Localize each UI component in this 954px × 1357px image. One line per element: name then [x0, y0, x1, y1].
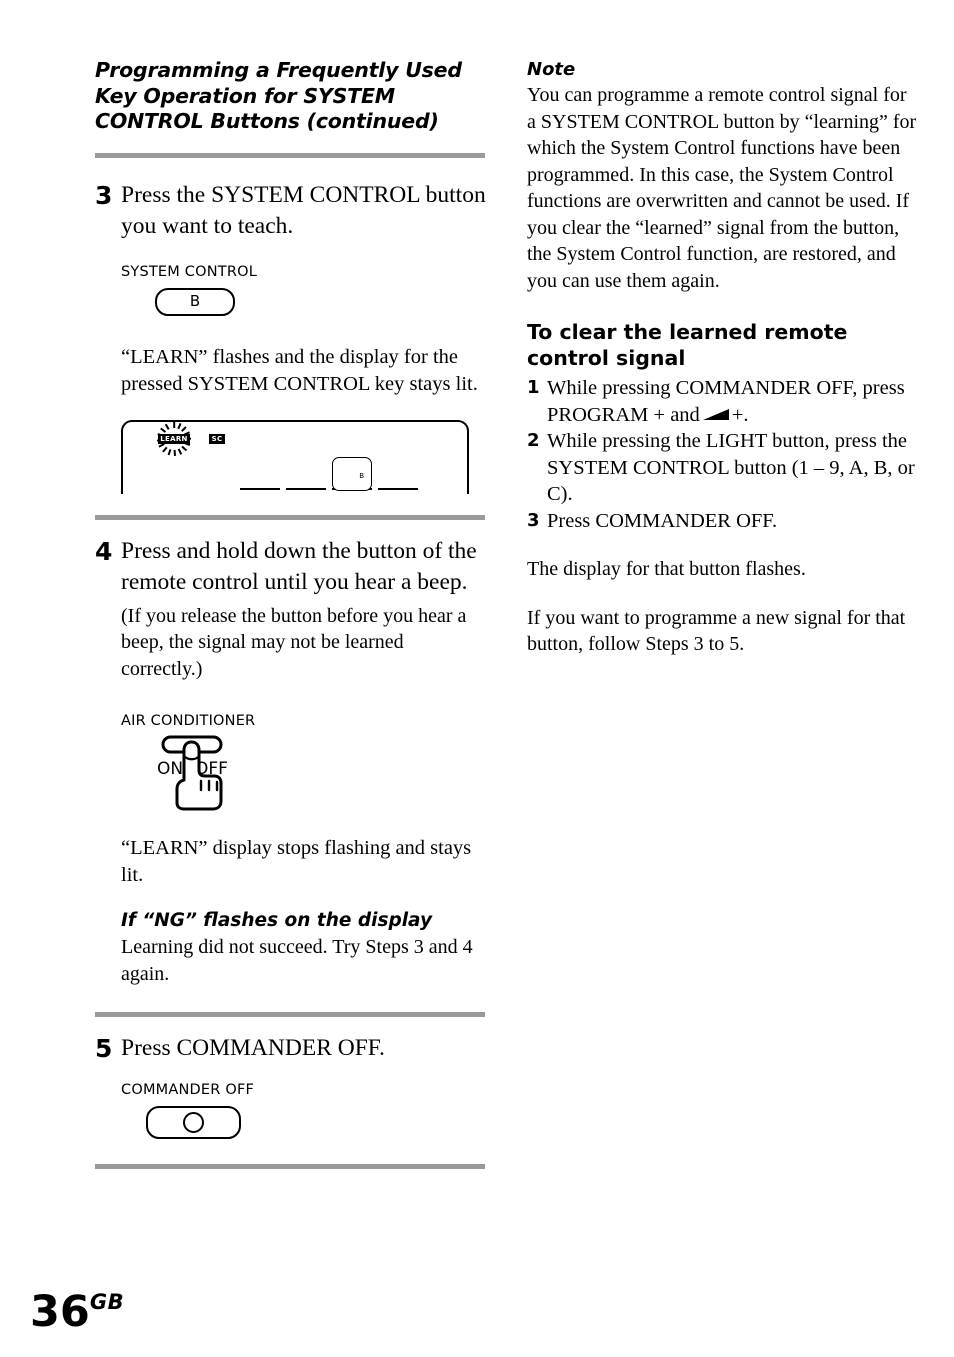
step-3-body: Press the SYSTEM CONTROL button you want…	[121, 180, 487, 494]
system-control-label: SYSTEM CONTROL	[121, 263, 258, 280]
lcd-segment	[240, 487, 280, 490]
step-5-heading: Press COMMANDER OFF.	[121, 1035, 385, 1061]
step-4-number: 4	[95, 536, 113, 566]
clear-step-1-text: While pressing COMMANDER OFF, press PROG…	[547, 375, 917, 428]
divider-rule-bottom	[95, 1164, 485, 1169]
step-3-number: 3	[95, 180, 113, 210]
page-region-suffix: GB	[89, 1290, 125, 1314]
system-control-illustration: SYSTEM CONTROL B	[121, 263, 487, 316]
ng-flash-subhead: If “NG” flashes on the display	[121, 910, 433, 931]
clear-step-2-number: 2	[527, 430, 540, 451]
divider-rule-top	[95, 152, 485, 158]
closing-text-2: If you want to programme a new signal fo…	[527, 606, 906, 656]
step-3-heading: Press the SYSTEM CONTROL button you want…	[121, 181, 486, 239]
svg-text:ON: ON	[157, 759, 183, 779]
step-5: 5 Press COMMANDER OFF. COMMANDER OFF	[95, 1033, 487, 1139]
divider-rule-step5	[95, 1012, 485, 1017]
step-4-body: Press and hold down the button of the re…	[121, 536, 487, 988]
air-conditioner-illustration: AIR CONDITIONER ON OFF	[121, 712, 487, 811]
lcd-sc-indicator: SC	[209, 433, 225, 444]
note-body: You can programme a remote control signa…	[527, 84, 917, 292]
right-column: Note You can programme a remote control …	[527, 58, 917, 658]
step-4-after-text: “LEARN” display stops flashing and stays…	[121, 837, 472, 886]
clear-step-1-text-after: +.	[731, 403, 749, 426]
lcd-segment	[378, 487, 418, 490]
hand-button-svg: ON OFF	[157, 735, 228, 811]
clear-step-3-text: Press COMMANDER OFF.	[547, 509, 778, 532]
divider-rule-step4	[95, 514, 485, 520]
step-3: 3 Press the SYSTEM CONTROL button you wa…	[95, 180, 487, 494]
ng-flash-body: Learning did not succeed. Try Steps 3 an…	[121, 936, 473, 985]
lcd-active-key-box: B	[332, 456, 372, 491]
clear-step-2-text: While pressing the LIGHT button, press t…	[547, 430, 915, 505]
page-title: Programming a Frequently Used Key Operat…	[95, 58, 462, 133]
page-number: 36GB	[30, 1279, 124, 1335]
clear-step-1-number: 1	[527, 377, 540, 398]
lcd-segment	[286, 487, 326, 490]
commander-off-button[interactable]	[146, 1106, 241, 1139]
step-4-heading: Press and hold down the button of the re…	[121, 537, 477, 595]
commander-off-label: COMMANDER OFF	[121, 1082, 255, 1098]
system-control-button-b[interactable]: B	[155, 287, 235, 316]
lcd-display-illustration: LEARN SC B	[121, 419, 469, 494]
lcd-learn-indicator: LEARN	[158, 433, 190, 444]
volume-up-wedge-icon	[702, 408, 729, 420]
system-control-button-cap: B	[189, 292, 201, 310]
clear-step-1: 1 While pressing COMMANDER OFF, press PR…	[527, 375, 917, 428]
commander-off-circle-icon	[183, 1112, 204, 1133]
left-column: Programming a Frequently Used Key Operat…	[95, 58, 487, 1169]
air-conditioner-label: AIR CONDITIONER	[121, 713, 256, 729]
step-5-number: 5	[95, 1034, 113, 1063]
note-heading: Note	[527, 59, 576, 80]
manual-page: Programming a Frequently Used Key Operat…	[0, 0, 954, 1357]
step-4: 4 Press and hold down the button of the …	[95, 536, 487, 988]
clear-signal-heading: To clear the learned remote control sign…	[527, 320, 848, 370]
page-number-value: 36	[30, 1287, 90, 1337]
closing-text-1: The display for that button flashes.	[527, 558, 806, 580]
step-5-body: Press COMMANDER OFF. COMMANDER OFF	[121, 1033, 487, 1139]
step-3-body-text: “LEARN” flashes and the display for the …	[121, 345, 478, 395]
lcd-active-key-label: B	[359, 471, 364, 480]
clear-step-2: 2 While pressing the LIGHT button, press…	[527, 428, 917, 508]
hand-pressing-button-icon: ON OFF	[121, 733, 301, 811]
clear-step-3: 3 Press COMMANDER OFF.	[527, 508, 917, 535]
step-4-body-text: (If you release the button before you he…	[121, 604, 467, 680]
commander-off-illustration: COMMANDER OFF	[121, 1081, 487, 1139]
clear-step-3-number: 3	[527, 509, 540, 531]
